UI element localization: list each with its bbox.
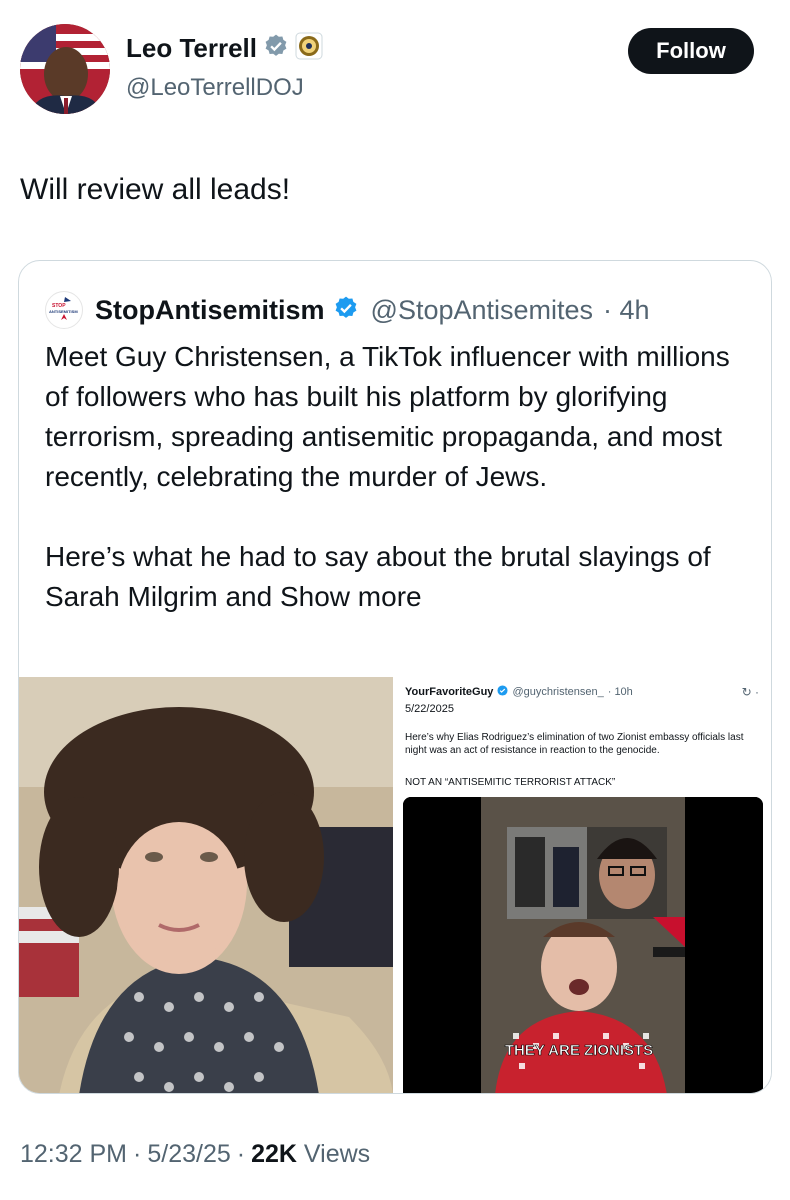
ss-header: YourFavoriteGuy @guychristensen_ · 10h: [405, 685, 633, 699]
tweet-time[interactable]: 12:32 PM: [20, 1140, 127, 1168]
tweet-meta: 12:32 PM · 5/23/25 · 22K Views: [20, 1140, 371, 1168]
avatar-image: [20, 24, 110, 114]
quoted-paragraph-1: Meet Guy Christensen, a TikTok influence…: [45, 341, 730, 492]
doj-seal-icon: [295, 32, 323, 65]
quoted-author-handle[interactable]: @StopAntisemites: [371, 295, 594, 326]
stopantisemitism-logo[interactable]: STOP ANTISEMITISM: [45, 291, 83, 329]
ss-time: · 10h: [607, 686, 633, 698]
views-count: 22K: [251, 1140, 297, 1168]
tweet-text: Will review all leads!: [20, 173, 291, 206]
quoted-tweet-header: STOP ANTISEMITISM StopAntisemitism @Stop…: [45, 291, 650, 329]
ss-author-handle: @guychristensen_: [512, 686, 604, 698]
quoted-author-name[interactable]: StopAntisemitism: [95, 295, 325, 326]
ss-author-name: YourFavoriteGuy: [405, 686, 494, 698]
author-name[interactable]: Leo Terrell: [126, 33, 257, 64]
quoted-media[interactable]: YourFavoriteGuy @guychristensen_ · 10h ↻…: [19, 677, 771, 1093]
refresh-icon: ↻ ·: [741, 685, 759, 699]
tweet-date[interactable]: 5/23/25: [147, 1140, 230, 1168]
logo-text-bottom: ANTISEMITISM: [49, 309, 78, 314]
person-video-image: [19, 677, 393, 1093]
embedded-tweet-screenshot[interactable]: YourFavoriteGuy @guychristensen_ · 10h ↻…: [395, 677, 771, 1093]
quoted-time: · 4h: [603, 294, 650, 325]
author-handle[interactable]: @LeoTerrellDOJ: [126, 74, 304, 102]
video-thumbnail-left[interactable]: [19, 677, 393, 1093]
verified-badge-icon: [263, 33, 289, 64]
quoted-tweet[interactable]: STOP ANTISEMITISM StopAntisemitism @Stop…: [18, 260, 772, 1094]
tweet-header: Leo Terrell @LeoTerrellDOJ Follow: [20, 22, 770, 118]
verified-badge-icon: [333, 295, 359, 326]
ss-date: 5/22/2025: [405, 703, 454, 715]
ss-video-image: THEY ARE ZIONISTS: [403, 797, 763, 1093]
avatar[interactable]: [20, 24, 110, 114]
views-label: Views: [303, 1140, 371, 1168]
ss-caption: NOT AN “ANTISEMITIC TERRORIST ATTACK”: [405, 777, 616, 788]
quoted-tweet-body: Meet Guy Christensen, a TikTok influence…: [45, 337, 755, 657]
video-caption: THEY ARE ZIONISTS: [505, 1042, 653, 1059]
ss-video-frame: THEY ARE ZIONISTS: [403, 797, 763, 1093]
verified-badge-icon: [497, 685, 508, 699]
ss-text: Here’s why Elias Rodriguez’s elimination…: [405, 732, 744, 756]
follow-button[interactable]: Follow: [628, 28, 754, 74]
quoted-paragraph-2: Here’s what he had to say about the brut…: [45, 537, 755, 617]
show-more-link[interactable]: Show more: [280, 581, 422, 612]
